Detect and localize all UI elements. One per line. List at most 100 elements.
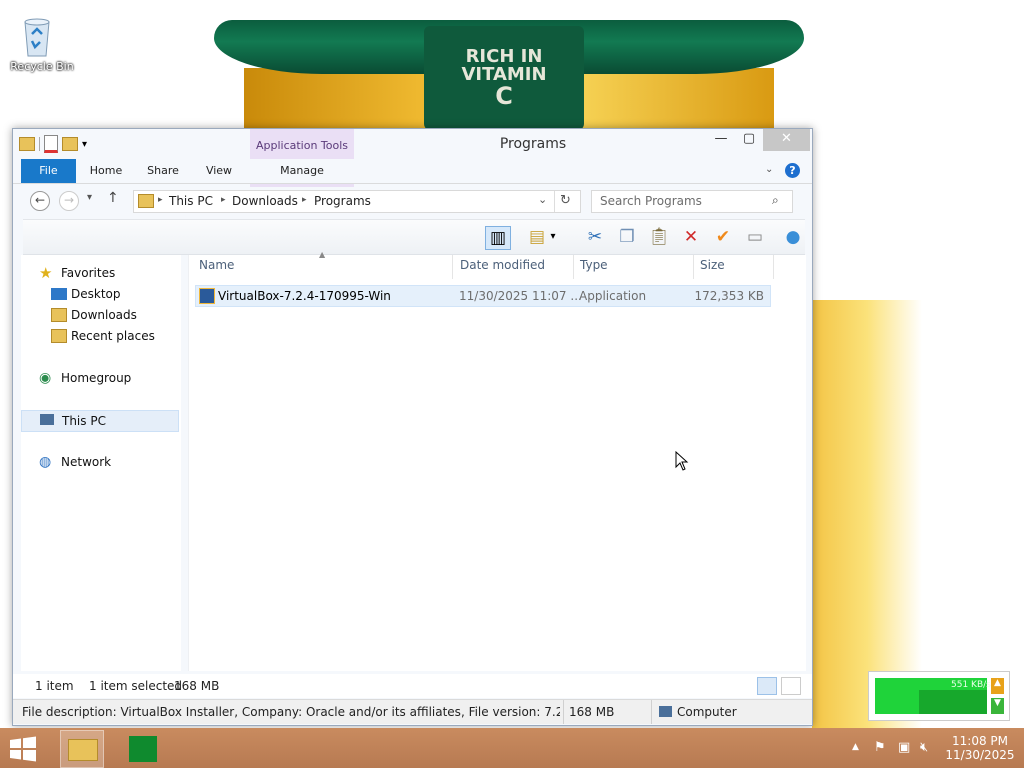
show-hidden-icons-icon[interactable]: ▲ (852, 742, 859, 752)
file-description: File description: VirtualBox Installer, … (22, 705, 560, 719)
maximize-button[interactable]: ▢ (735, 129, 763, 151)
globe-icon[interactable]: ● (781, 226, 805, 248)
address-bar[interactable]: ▸ This PC ▸ Downloads ▸ Programs ⌄ ↻ (133, 190, 581, 213)
taskbar-file-explorer[interactable] (60, 730, 104, 768)
taskbar-store[interactable] (122, 730, 164, 766)
properties-icon[interactable] (44, 135, 58, 153)
file-date-modified: 11/30/2025 11:07 ... (459, 289, 582, 303)
wallpaper-juice-glass (812, 300, 922, 728)
file-explorer-icon (68, 739, 98, 761)
network-tray-icon[interactable]: ▣ (898, 740, 910, 755)
clock-date: 11/30/2025 (945, 748, 1015, 762)
nav-favorites-label: Favorites (61, 266, 116, 280)
large-icons-view-button[interactable] (781, 677, 801, 695)
contextual-tab-title: Application Tools (255, 139, 349, 152)
separator (563, 700, 564, 724)
nav-favorites[interactable]: ★ Favorites (21, 263, 177, 283)
file-size: 172,353 KB (694, 289, 764, 303)
nav-homegroup[interactable]: ◉ Homegroup (21, 368, 177, 388)
volume-muted-icon[interactable]: 🔇︎ (920, 740, 928, 755)
delete-icon[interactable]: ✕ (679, 226, 703, 248)
nav-downloads[interactable]: Downloads (21, 305, 177, 325)
status-item-count: 1 item (35, 679, 74, 693)
wallpaper-label: RICH IN VITAMIN C (424, 26, 584, 130)
nav-recent-places[interactable]: Recent places (21, 326, 177, 346)
customize-qat-icon[interactable]: ▾ (82, 139, 87, 150)
details-view-button[interactable] (757, 677, 777, 695)
address-row: ← → ▾ ↑ ▸ This PC ▸ Downloads ▸ Programs… (13, 185, 812, 217)
wallpaper-text-line-3: C (495, 82, 513, 110)
nav-network[interactable]: ◍ Network (21, 452, 177, 472)
folder-options-icon[interactable]: ▤ (525, 226, 549, 248)
folder-icon[interactable] (19, 137, 35, 151)
nav-this-pc[interactable]: This PC (21, 410, 179, 432)
recent-locations-icon[interactable]: ▾ (87, 192, 92, 203)
tab-file[interactable]: File (21, 159, 76, 183)
nav-recent-places-label: Recent places (71, 329, 155, 343)
search-icon[interactable]: ⌕ (772, 193, 779, 208)
search-input[interactable]: Search Programs ⌕ (591, 190, 793, 213)
chevron-right-icon[interactable]: ▸ (221, 195, 226, 205)
nav-desktop[interactable]: Desktop (21, 284, 177, 304)
nav-homegroup-label: Homegroup (61, 371, 132, 385)
start-button[interactable] (8, 736, 38, 762)
virtualbox-app-icon (199, 288, 215, 304)
network-speed-widget[interactable]: 551 KB/s ▲ ▼ (868, 671, 1010, 721)
column-header-type[interactable]: Type (580, 258, 608, 272)
minimize-button[interactable]: — (707, 129, 735, 151)
status-selected: 1 item selected (89, 679, 183, 693)
cut-icon[interactable]: ✂ (583, 226, 607, 248)
chevron-down-icon[interactable]: ▾ (547, 226, 559, 248)
action-center-flag-icon[interactable]: ⚑ (874, 740, 886, 755)
tab-share[interactable]: Share (137, 159, 189, 183)
status-bar: 1 item 1 item selected 168 MB (13, 674, 812, 698)
column-separator[interactable] (773, 255, 774, 279)
paste-icon[interactable]: 📋︎ (647, 226, 671, 248)
column-separator[interactable] (693, 255, 694, 279)
chevron-right-icon[interactable]: ▸ (302, 195, 307, 205)
select-check-icon[interactable]: ✔ (711, 226, 735, 248)
new-folder-icon[interactable] (62, 137, 78, 151)
downloads-folder-icon (51, 308, 67, 322)
nav-downloads-label: Downloads (71, 308, 137, 322)
breadcrumb-this-pc[interactable]: This PC (169, 194, 213, 208)
recent-places-icon (51, 329, 67, 343)
back-button[interactable]: ← (30, 191, 50, 211)
column-header-name[interactable]: Name (199, 258, 234, 272)
column-separator[interactable] (573, 255, 574, 279)
details-location: Computer (677, 705, 737, 719)
tab-manage[interactable]: Manage (250, 159, 354, 183)
refresh-icon[interactable]: ↻ (560, 193, 571, 208)
clock-time: 11:08 PM (952, 734, 1008, 748)
recycle-bin-icon (24, 18, 50, 57)
tab-view[interactable]: View (193, 159, 245, 183)
clock[interactable]: 11:08 PM 11/30/2025 (940, 734, 1020, 762)
chevron-down-icon[interactable]: ⌄ (538, 193, 547, 206)
close-button[interactable]: ✕ (763, 129, 810, 151)
title-bar[interactable]: ▾ Application Tools Programs — ▢ ✕ (13, 129, 812, 187)
up-button[interactable]: ↑ (107, 190, 119, 206)
column-header-size[interactable]: Size (700, 258, 725, 272)
rename-icon[interactable]: ▭ (743, 226, 767, 248)
chevron-right-icon[interactable]: ▸ (158, 195, 163, 205)
network-icon: ◍ (39, 454, 52, 470)
copy-icon[interactable]: ❐ (615, 226, 639, 248)
details-size: 168 MB (569, 705, 615, 719)
recycle-bin-shortcut[interactable]: Recycle Bin (2, 6, 74, 76)
custom-toolbar: ▥ ▤ ▾ ✂ ❐ 📋︎ ✕ ✔ ▭ ● (23, 219, 805, 255)
column-header-date-modified[interactable]: Date modified (460, 258, 545, 272)
file-type: Application (579, 289, 647, 303)
sort-arrow-icon: ▲ (319, 250, 326, 259)
file-list-pane: ▲ Name Date modified Type Size (188, 250, 806, 671)
table-row[interactable]: VirtualBox-7.2.4-170995-Win 11/30/2025 1… (195, 285, 771, 307)
store-icon (129, 736, 157, 762)
column-separator[interactable] (452, 255, 453, 279)
tab-home[interactable]: Home (79, 159, 133, 183)
help-icon[interactable]: ? (785, 163, 800, 178)
expand-ribbon-icon[interactable]: ⌄ (765, 164, 773, 175)
forward-button[interactable]: → (59, 191, 79, 211)
layout-pane-icon[interactable]: ▥ (485, 226, 511, 250)
breadcrumb-programs[interactable]: Programs (314, 194, 371, 208)
details-bar: File description: VirtualBox Installer, … (13, 699, 812, 724)
breadcrumb-downloads[interactable]: Downloads (232, 194, 298, 208)
